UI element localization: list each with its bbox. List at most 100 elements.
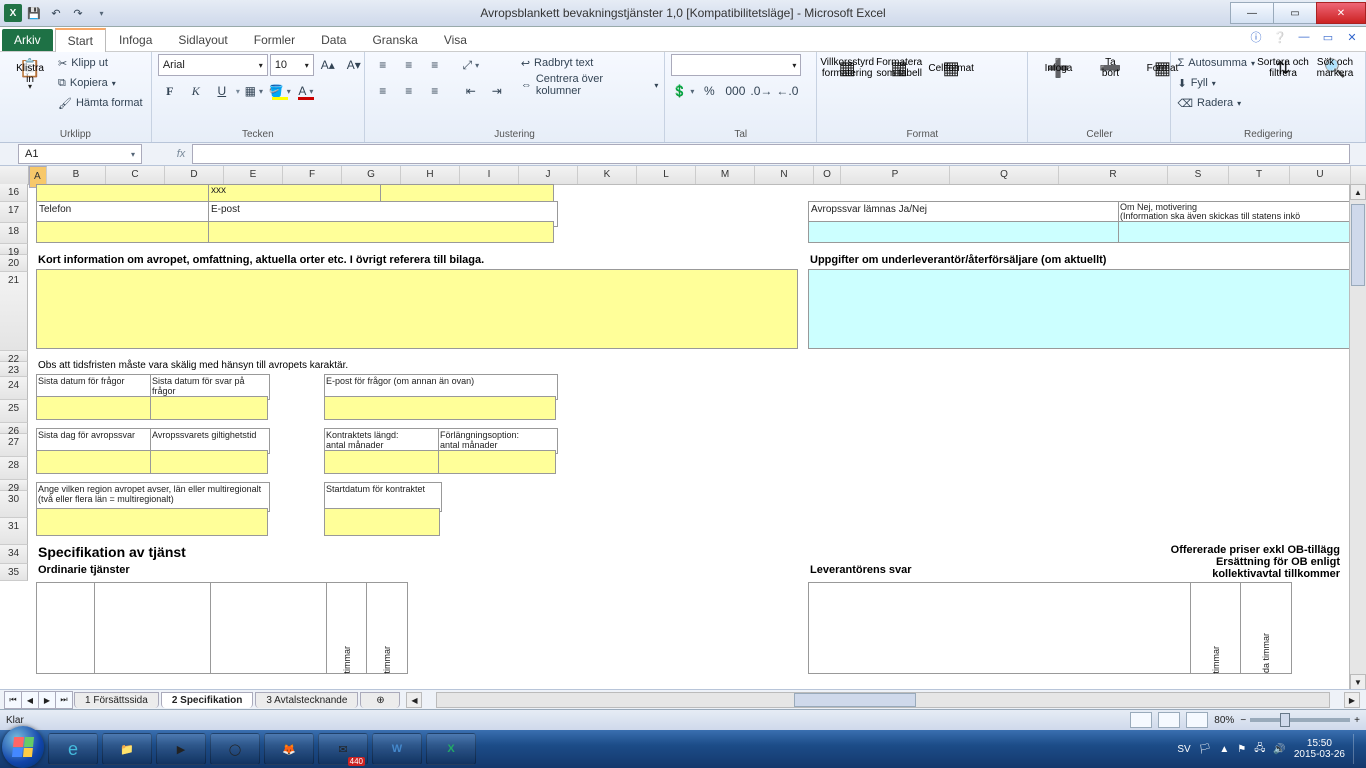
tab-formulas[interactable]: Formler	[241, 28, 308, 51]
formula-input[interactable]	[192, 144, 1350, 164]
number-format-select[interactable]: ▾	[671, 54, 801, 76]
paste-button[interactable]: 📋 Klistra in ▾	[6, 54, 54, 93]
col-header[interactable]: D	[165, 166, 224, 184]
autosum-button[interactable]: ΣAutosumma▾	[1177, 54, 1255, 72]
fill-color-button[interactable]: 🪣	[268, 80, 292, 102]
bold-button[interactable]: F	[158, 80, 182, 102]
row-header[interactable]: 31	[0, 518, 28, 545]
find-select-button[interactable]: 🔍Sök och markera	[1311, 54, 1359, 82]
row-header[interactable]: 26	[0, 423, 28, 434]
scroll-down-icon[interactable]: ▼	[1350, 674, 1366, 690]
copy-button[interactable]: ⧉Kopiera▾	[58, 74, 143, 92]
row-header[interactable]: 24	[0, 377, 28, 400]
taskbar-media-icon[interactable]: ▶	[156, 733, 206, 765]
tab-review[interactable]: Granska	[359, 28, 430, 51]
col-header[interactable]: S	[1168, 166, 1229, 184]
window-restore-icon[interactable]: ▭	[1320, 29, 1336, 45]
tray-lang[interactable]: SV	[1177, 744, 1190, 755]
sheet-nav-next-icon[interactable]: ▶	[38, 691, 56, 709]
cell[interactable]	[324, 508, 440, 536]
cell[interactable]	[1118, 221, 1350, 243]
tray-sound-icon[interactable]: 🔊	[1273, 744, 1285, 755]
cell[interactable]	[36, 582, 96, 674]
cell[interactable]	[324, 450, 440, 474]
sheet-tab[interactable]: 3 Avtalstecknande	[255, 692, 358, 708]
percent-format-icon[interactable]: %	[697, 80, 721, 102]
row-header[interactable]: 29	[0, 480, 28, 491]
cell[interactable]	[324, 396, 556, 420]
tab-file[interactable]: Arkiv	[2, 29, 53, 51]
taskbar-chrome-icon[interactable]: ◯	[210, 733, 260, 765]
wrap-text-button[interactable]: ↩Radbryt text	[521, 54, 659, 72]
col-header[interactable]: Q	[950, 166, 1059, 184]
cell[interactable]	[808, 269, 1350, 349]
cell[interactable]	[150, 450, 268, 474]
cell[interactable]	[150, 396, 268, 420]
row-header[interactable]: 30	[0, 491, 28, 518]
taskbar-mail-icon[interactable]: ✉440	[318, 733, 368, 765]
cell-styles-button[interactable]: ▦Cellformat	[927, 54, 975, 82]
taskbar-word-icon[interactable]: W	[372, 733, 422, 765]
italic-button[interactable]: K	[184, 80, 208, 102]
sheet-nav-prev-icon[interactable]: ◀	[21, 691, 39, 709]
scroll-thumb[interactable]	[1351, 204, 1365, 286]
tray-flag-icon[interactable]: 🏳	[1199, 744, 1212, 755]
cell[interactable]	[36, 396, 152, 420]
col-header[interactable]: C	[106, 166, 165, 184]
row-header[interactable]: 17	[0, 202, 28, 223]
col-header[interactable]: L	[637, 166, 696, 184]
cell[interactable]	[208, 221, 554, 243]
save-icon[interactable]: 💾	[24, 3, 44, 23]
sheet-nav-last-icon[interactable]: ⏭	[55, 691, 73, 709]
grow-font-icon[interactable]: A▴	[316, 54, 340, 76]
col-header[interactable]: O	[814, 166, 841, 184]
taskbar-firefox-icon[interactable]: 🦊	[264, 733, 314, 765]
row-header[interactable]: 23	[0, 362, 28, 377]
underline-button[interactable]: U	[210, 80, 234, 102]
tray-up-icon[interactable]: ▲	[1219, 744, 1229, 755]
vertical-scrollbar[interactable]: ▲ ▼	[1349, 184, 1366, 690]
cell[interactable]	[808, 221, 1120, 243]
cell[interactable]	[210, 582, 328, 674]
name-box[interactable]: A1	[18, 144, 142, 164]
col-header[interactable]: T	[1229, 166, 1290, 184]
cell[interactable]: da timmar	[1240, 582, 1292, 674]
minimize-ribbon-icon[interactable]: ⓘ	[1248, 29, 1264, 45]
tab-data[interactable]: Data	[308, 28, 359, 51]
sort-filter-button[interactable]: ⇅Sortera och filtrera	[1259, 54, 1307, 82]
new-sheet-icon[interactable]: ⊕	[360, 692, 400, 708]
sheet-tab[interactable]: 1 Försättssida	[74, 692, 159, 708]
sheet-tab[interactable]: 2 Specifikation	[161, 692, 254, 708]
col-header[interactable]: I	[460, 166, 519, 184]
row-header[interactable]: 19	[0, 244, 28, 255]
col-header[interactable]: J	[519, 166, 578, 184]
window-min-icon[interactable]: —	[1296, 29, 1312, 45]
cell[interactable]: timmar	[1190, 582, 1242, 674]
fx-icon[interactable]: fx	[170, 145, 192, 163]
row-header[interactable]: 21	[0, 272, 28, 351]
window-close-icon[interactable]: ✕	[1344, 29, 1360, 45]
col-header[interactable]: B	[47, 166, 106, 184]
row-header[interactable]: 18	[0, 223, 28, 244]
cell[interactable]	[36, 508, 268, 536]
font-size-select[interactable]: 10▾	[270, 54, 314, 76]
delete-cells-button[interactable]: ➖Ta bort	[1086, 54, 1134, 82]
cell[interactable]: timmar	[326, 582, 368, 674]
cell[interactable]	[36, 269, 798, 349]
view-pagebreak-icon[interactable]	[1186, 712, 1208, 728]
minimize-button[interactable]: —	[1230, 2, 1274, 24]
row-header[interactable]: 27	[0, 434, 28, 457]
qat-customize-icon[interactable]	[90, 3, 110, 23]
taskbar-excel-icon[interactable]: X	[426, 733, 476, 765]
row-header[interactable]: 35	[0, 564, 28, 581]
row-header[interactable]: 20	[0, 255, 28, 272]
row-header[interactable]: 25	[0, 400, 28, 423]
decrease-decimal-icon[interactable]: ←.0	[775, 80, 799, 102]
col-header[interactable]: F	[283, 166, 342, 184]
tab-layout[interactable]: Sidlayout	[165, 28, 240, 51]
undo-icon[interactable]: ↶	[46, 3, 66, 23]
cell[interactable]	[808, 582, 1192, 674]
scroll-up-icon[interactable]: ▲	[1350, 184, 1366, 200]
redo-icon[interactable]: ↷	[68, 3, 88, 23]
col-header[interactable]: P	[841, 166, 950, 184]
